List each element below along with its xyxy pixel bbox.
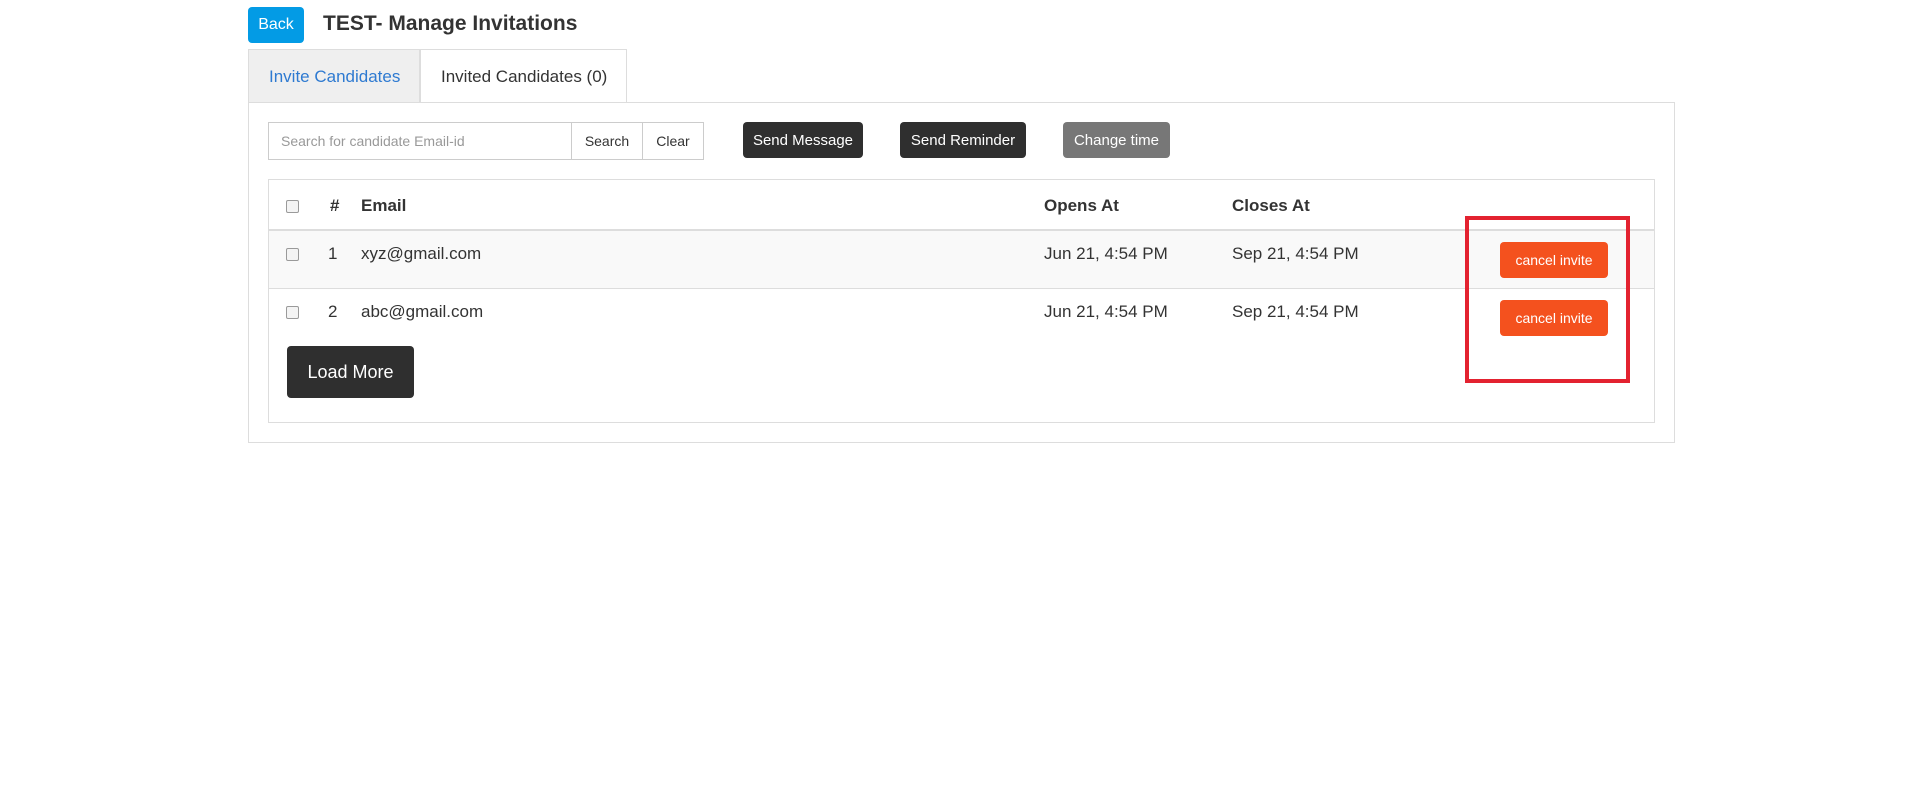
column-header-number: # (330, 196, 340, 215)
send-reminder-button[interactable]: Send Reminder (900, 122, 1026, 158)
table-header: # Email Opens At Closes At (269, 180, 1654, 231)
column-header-closes-at: Closes At (1232, 196, 1310, 215)
row-opens-at: Jun 21, 4:54 PM (1044, 302, 1168, 321)
table-row: 2 abc@gmail.com Jun 21, 4:54 PM Sep 21, … (269, 289, 1654, 347)
load-more-button[interactable]: Load More (287, 346, 414, 398)
row-opens-at: Jun 21, 4:54 PM (1044, 244, 1168, 263)
send-message-button[interactable]: Send Message (743, 122, 863, 158)
row-email: abc@gmail.com (361, 302, 484, 321)
clear-button[interactable]: Clear (642, 122, 704, 160)
select-all-checkbox[interactable] (286, 200, 299, 213)
row-checkbox[interactable] (286, 248, 299, 261)
row-email: xyz@gmail.com (361, 244, 482, 263)
row-closes-at: Sep 21, 4:54 PM (1232, 244, 1359, 263)
row-closes-at: Sep 21, 4:54 PM (1232, 302, 1359, 321)
search-input[interactable] (268, 122, 572, 160)
tab-invite-candidates[interactable]: Invite Candidates (248, 49, 420, 102)
tab-invited-candidates[interactable]: Invited Candidates (0) (420, 49, 627, 103)
column-header-opens-at: Opens At (1044, 196, 1119, 215)
row-number: 2 (328, 302, 338, 321)
search-button[interactable]: Search (571, 122, 643, 160)
row-number: 1 (328, 244, 338, 263)
row-checkbox[interactable] (286, 306, 299, 319)
back-button[interactable]: Back (248, 7, 304, 43)
cancel-invite-button[interactable]: cancel invite (1500, 300, 1608, 336)
column-header-email: Email (361, 196, 407, 215)
change-time-button[interactable]: Change time (1063, 122, 1170, 158)
page-title: TEST- Manage Invitations (323, 12, 578, 35)
cancel-invite-button[interactable]: cancel invite (1500, 242, 1608, 278)
table-row: 1 xyz@gmail.com Jun 21, 4:54 PM Sep 21, … (269, 231, 1654, 289)
